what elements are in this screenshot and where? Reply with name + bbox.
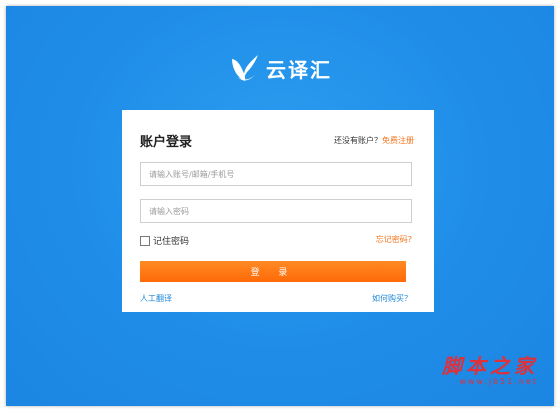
register-link[interactable]: 免费注册 bbox=[382, 136, 414, 145]
password-input[interactable] bbox=[140, 199, 412, 223]
remember-label: 记住密码 bbox=[153, 237, 190, 247]
login-window: 云译汇 账户登录 还没有账户？免费注册 记住密码 忘记密码? 登 录 人工翻译 … bbox=[6, 6, 554, 406]
register-prompt: 还没有账户？免费注册 bbox=[334, 135, 414, 146]
brand-logo-icon bbox=[232, 55, 258, 81]
login-card: 账户登录 还没有账户？免费注册 记住密码 忘记密码? 登 录 人工翻译 如何购买… bbox=[122, 110, 434, 312]
account-input[interactable] bbox=[140, 162, 412, 186]
brand-name: 云译汇 bbox=[266, 57, 332, 82]
login-button[interactable]: 登 录 bbox=[140, 261, 406, 282]
remember-password: 记住密码 bbox=[140, 234, 189, 247]
brand-logo: 云译汇 bbox=[228, 46, 332, 90]
manual-translation-link[interactable]: 人工翻译 bbox=[140, 293, 172, 304]
site-watermark: 脚本之家 www.jb51.net bbox=[442, 350, 538, 386]
remember-checkbox[interactable] bbox=[140, 235, 150, 246]
login-title: 账户登录 bbox=[140, 135, 193, 150]
forgot-password-link[interactable]: 忘记密码? bbox=[376, 234, 412, 245]
watermark-title: 脚本之家 bbox=[442, 354, 538, 378]
no-account-text: 还没有账户？ bbox=[334, 136, 382, 145]
how-to-buy-link[interactable]: 如何购买？ bbox=[372, 293, 412, 304]
